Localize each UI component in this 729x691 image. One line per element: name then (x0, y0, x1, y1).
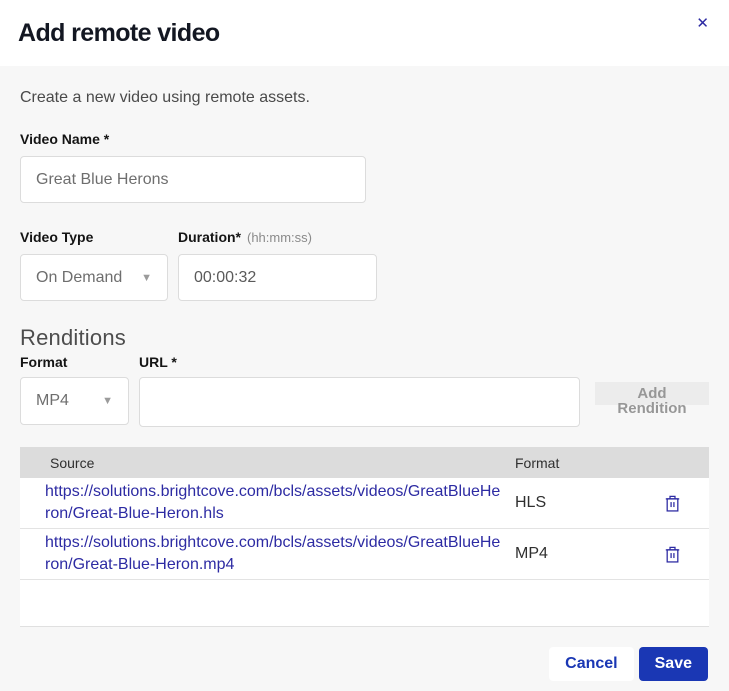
format-value: MP4 (36, 392, 69, 410)
rendition-format-value: MP4 (515, 545, 635, 563)
modal-title: Add remote video (18, 19, 220, 48)
url-input[interactable] (139, 377, 580, 427)
delete-rendition-button[interactable] (664, 494, 681, 513)
trash-icon (664, 545, 681, 564)
duration-label-text: Duration* (178, 229, 241, 245)
format-label: Format (20, 354, 129, 370)
video-type-select[interactable]: On Demand ▼ (20, 254, 168, 301)
table-row: https://solutions.brightcove.com/bcls/as… (20, 478, 709, 529)
source-column-header: Source (20, 455, 515, 471)
save-button[interactable]: Save (639, 647, 708, 681)
modal-footer: Cancel Save (20, 647, 709, 681)
chevron-down-icon: ▼ (141, 272, 152, 284)
chevron-down-icon: ▼ (102, 395, 113, 407)
delete-rendition-button[interactable] (664, 545, 681, 564)
table-header-row: Source Format (20, 447, 709, 478)
video-name-input[interactable] (20, 156, 366, 203)
duration-input[interactable] (178, 254, 377, 301)
table-row: https://solutions.brightcove.com/bcls/as… (20, 529, 709, 580)
video-type-group: Video Type On Demand ▼ (20, 229, 168, 301)
rendition-format-value: HLS (515, 494, 635, 512)
format-column-header: Format (515, 455, 635, 471)
table-empty-area (20, 580, 709, 627)
video-type-value: On Demand (36, 269, 122, 287)
close-icon[interactable]: ✕ (696, 16, 709, 31)
video-type-label: Video Type (20, 229, 168, 245)
format-group: Format MP4 ▼ (20, 354, 129, 425)
rendition-form-row: Format MP4 ▼ URL * Add Rendition (20, 354, 709, 427)
duration-format-hint: (hh:mm:ss) (247, 230, 312, 245)
renditions-heading: Renditions (20, 325, 709, 351)
video-name-label: Video Name * (20, 131, 709, 147)
modal-header: Add remote video ✕ (0, 0, 729, 66)
video-name-group: Video Name * (20, 131, 709, 203)
type-duration-row: Video Type On Demand ▼ Duration* (hh:mm:s… (20, 229, 709, 301)
duration-group: Duration* (hh:mm:ss) (178, 229, 377, 301)
intro-text: Create a new video using remote assets. (20, 89, 709, 107)
rendition-source-link[interactable]: https://solutions.brightcove.com/bcls/as… (20, 478, 515, 528)
format-select[interactable]: MP4 ▼ (20, 377, 129, 425)
rendition-actions-cell (635, 545, 709, 564)
duration-label: Duration* (hh:mm:ss) (178, 229, 377, 245)
url-group: URL * (139, 354, 580, 427)
trash-icon (664, 494, 681, 513)
cancel-button[interactable]: Cancel (549, 647, 633, 681)
rendition-actions-cell (635, 494, 709, 513)
renditions-table: Source Format https://solutions.brightco… (20, 447, 709, 627)
modal-body: Create a new video using remote assets. … (0, 89, 729, 681)
rendition-source-link[interactable]: https://solutions.brightcove.com/bcls/as… (20, 529, 515, 579)
url-label: URL * (139, 354, 580, 370)
add-rendition-button[interactable]: Add Rendition (595, 382, 709, 405)
